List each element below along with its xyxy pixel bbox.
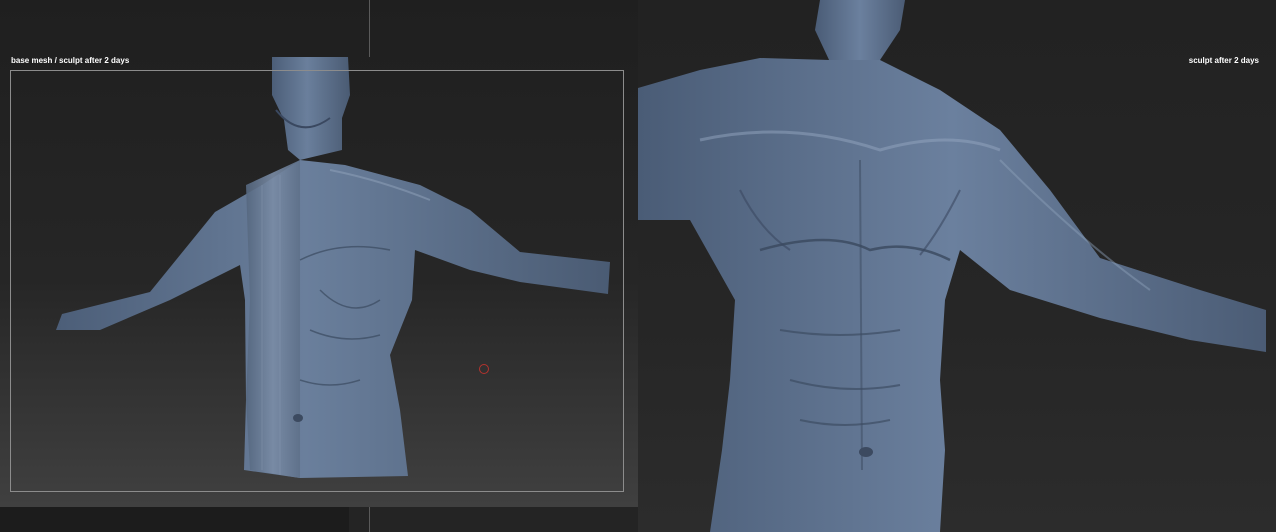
right-torso-model bbox=[638, 0, 1266, 532]
left-panel-label: base mesh / sculpt after 2 days bbox=[11, 56, 130, 65]
right-panel-label: sculpt after 2 days bbox=[1188, 56, 1259, 65]
viewport[interactable]: base mesh / sculpt after 2 days sculpt a… bbox=[0, 0, 1276, 532]
